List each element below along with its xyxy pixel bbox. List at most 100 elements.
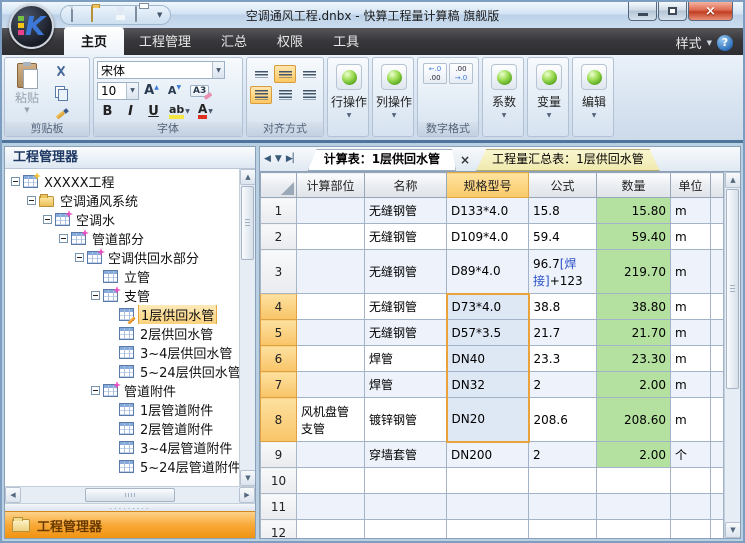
table-cell[interactable] [296,293,365,320]
table-cell[interactable]: 焊管 [364,371,447,398]
paste-button[interactable]: 粘贴 ▼ [8,61,46,123]
doc-tab-prev-button[interactable]: ◀ [264,154,271,164]
tab-home[interactable]: 主页 [64,27,125,55]
table-cell[interactable] [710,519,724,538]
table-cell[interactable]: m [670,319,711,346]
align-left-button[interactable] [250,86,272,104]
underline-button[interactable]: U [143,102,164,121]
tree-item[interactable]: 5~24层管道附件 [5,457,239,476]
bold-button[interactable]: B [97,102,118,121]
variable-button[interactable]: 变量 ▼ [531,61,567,119]
table-cell[interactable]: 219.70 [596,249,671,294]
tree-item[interactable]: 空调水 [5,210,239,229]
table-cell[interactable]: D57*3.5 [445,319,530,346]
table-cell[interactable]: D89*4.0 [446,249,529,294]
italic-button[interactable]: I [120,102,141,121]
table-cell[interactable] [710,493,724,520]
tree-scroll-down-button[interactable]: ▼ [240,470,255,486]
column-header[interactable]: 规格型号 [446,172,529,198]
table-cell[interactable] [710,197,724,224]
row-header[interactable]: 7 [260,371,297,398]
table-cell[interactable]: 21.7 [528,319,597,346]
table-cell[interactable]: 59.4 [528,223,597,250]
table-cell[interactable]: 穿墙套管 [364,441,447,468]
tree-expander-icon[interactable] [43,215,52,224]
project-manager-bottom-button[interactable]: 工程管理器 [5,511,255,538]
table-cell[interactable]: 2.00 [596,441,671,468]
close-button[interactable]: × [688,2,733,21]
table-cell[interactable] [296,441,365,468]
table-cell[interactable]: m [670,293,711,320]
tree-item[interactable]: 2层供回水管 [5,324,239,343]
table-cell[interactable] [710,319,724,346]
align-top-button[interactable] [250,65,272,83]
table-cell[interactable] [296,197,365,224]
table-scroll-up-button[interactable]: ▲ [725,172,740,188]
qat-customize-button[interactable]: ▼ [157,11,162,19]
table-cell[interactable] [528,467,597,494]
table-cell[interactable] [296,223,365,250]
row-header[interactable]: 12 [260,519,297,538]
row-header[interactable]: 11 [260,493,297,520]
doc-tab-last-button[interactable]: ▶▏ [286,154,300,164]
tree-item[interactable]: 3~4层管道附件 [5,438,239,457]
app-logo-button[interactable]: K [9,4,54,49]
table-cell[interactable]: D133*4.0 [446,197,529,224]
tree-expander-icon[interactable] [91,386,100,395]
table-cell[interactable]: m [670,371,711,398]
table-cell[interactable]: DN20 [445,397,530,443]
tree-item[interactable]: 支管 [5,286,239,305]
panel-splitter-grip[interactable] [5,503,255,511]
row-header[interactable]: 4 [260,293,297,320]
table-cell[interactable]: 风机盘管支管 [296,397,365,442]
table-cell[interactable]: 镀锌钢管 [364,397,447,442]
cut-button[interactable] [49,61,73,81]
column-header[interactable]: 计算部位 [296,172,365,198]
table-cell[interactable]: 无缝钢管 [364,319,447,346]
column-header[interactable]: 单位 [670,172,711,198]
row-header[interactable]: 1 [260,197,297,224]
table-cell[interactable] [710,223,724,250]
align-bottom-button[interactable] [298,65,320,83]
table-cell[interactable]: 23.3 [528,345,597,372]
table-cell[interactable]: 208.60 [596,397,671,442]
tree-item[interactable]: 立管 [5,267,239,286]
table-cell[interactable] [364,519,447,538]
table-cell[interactable] [710,371,724,398]
row-operations-button[interactable]: 行操作 ▼ [331,61,367,119]
table-cell[interactable] [596,493,671,520]
table-cell[interactable] [296,345,365,372]
row-header[interactable]: 2 [260,223,297,250]
tree-vertical-scrollbar[interactable]: ▲ ▼ [239,169,255,486]
tab-permissions[interactable]: 权限 [262,27,318,55]
column-header[interactable]: 名称 [364,172,447,198]
tree-hscrollbar-thumb[interactable] [85,488,175,502]
tree-scrollbar-thumb[interactable] [241,186,254,260]
table-cell[interactable] [528,519,597,538]
select-all-corner[interactable] [260,172,297,198]
style-menu[interactable]: 样式 [676,33,702,52]
table-cell[interactable]: 无缝钢管 [364,197,447,224]
tree-expander-icon[interactable] [75,253,84,262]
tree-scroll-right-button[interactable]: ▶ [239,487,255,503]
table-cell[interactable] [296,493,365,520]
table-cell[interactable]: 无缝钢管 [364,249,447,294]
tree-item[interactable]: 管道附件 [5,381,239,400]
tree-item[interactable]: 3~4层供回水管 [5,343,239,362]
table-cell[interactable] [710,249,724,294]
table-cell[interactable] [364,493,447,520]
table-cell[interactable]: 38.8 [528,293,597,320]
tree-item[interactable]: 5~24层供回水管 [5,362,239,381]
table-cell[interactable] [670,493,711,520]
table-cell[interactable]: m [670,197,711,224]
tree-expander-icon[interactable] [91,291,100,300]
table-cell[interactable]: m [670,223,711,250]
table-cell[interactable] [710,345,724,372]
table-cell[interactable] [710,397,724,442]
tab-summary[interactable]: 汇总 [206,27,262,55]
table-cell[interactable]: DN200 [446,441,529,468]
doc-tab-summary-sheet[interactable]: 工程量汇总表：1层供回水管 [476,149,660,171]
table-cell[interactable]: D73*4.0 [445,292,530,320]
tree-horizontal-scrollbar[interactable]: ◀ ▶ [5,486,255,503]
table-cell[interactable]: 208.6 [528,397,597,442]
